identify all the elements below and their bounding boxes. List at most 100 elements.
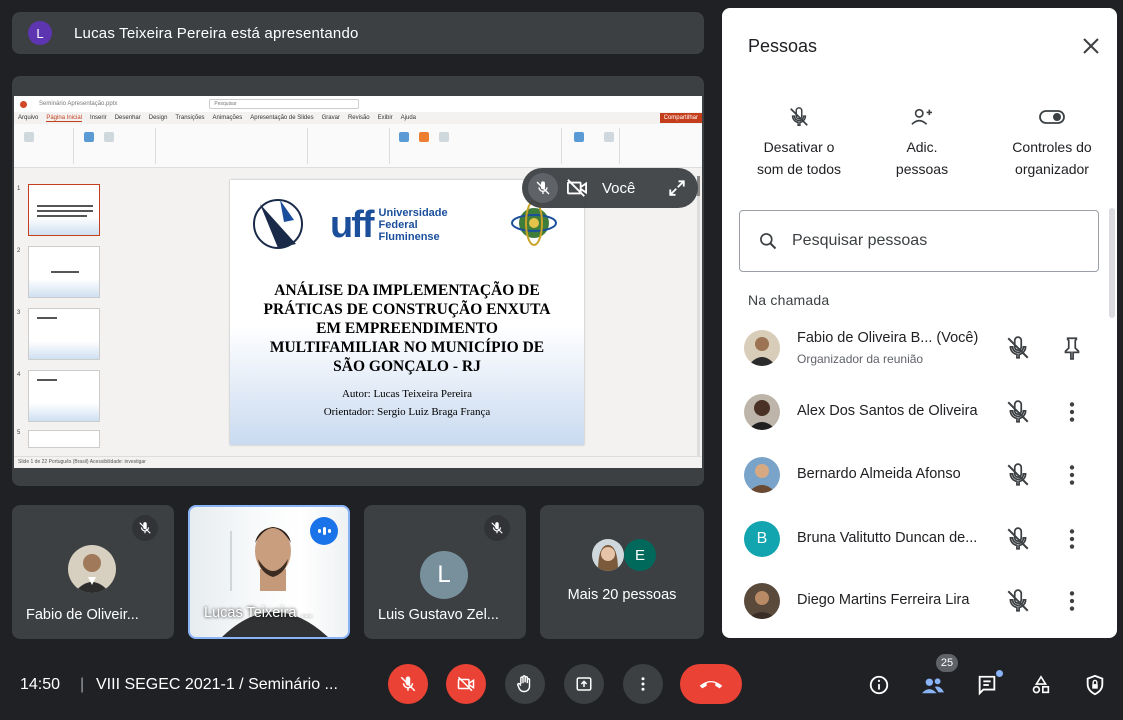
pp-menu-item: Exibir — [377, 115, 393, 121]
meeting-title: VIII SEGEC 2021-1 / Seminário ... — [96, 676, 338, 693]
participant-avatar-letter: L — [420, 551, 468, 599]
pp-titlebar: Seminário Apresentação.pptx Pesquisar — [14, 96, 702, 112]
mic-off-icon — [744, 100, 854, 134]
thumb-line — [37, 210, 93, 212]
uff-name-line: Federal — [378, 219, 418, 231]
ribbon-group — [392, 128, 562, 164]
mic-off-icon — [1007, 400, 1029, 423]
leave-call-button[interactable] — [680, 664, 742, 704]
more-vert-icon[interactable] — [1059, 399, 1085, 425]
ribbon-icon — [84, 132, 94, 142]
more-vert-icon[interactable] — [1059, 588, 1085, 614]
activities-button[interactable] — [1028, 672, 1054, 698]
camera-toggle-button[interactable] — [446, 664, 486, 704]
hand-icon — [517, 675, 531, 693]
uff-name-line: Fluminense — [378, 231, 440, 243]
participant-tile[interactable]: L Luis Gustavo Zel... — [364, 505, 526, 639]
pin-icon[interactable] — [1059, 335, 1085, 361]
person-name: Bernardo Almeida Afonso — [797, 466, 961, 482]
mute-all-button[interactable]: Desativar o som de todos — [744, 100, 854, 180]
participant-photo — [68, 545, 116, 593]
thumb-number: 4 — [17, 372, 21, 378]
more-vert-icon[interactable] — [1059, 526, 1085, 552]
action-label: pessoas — [895, 161, 949, 177]
call-end-icon — [699, 680, 723, 689]
presentation-stage[interactable]: Seminário Apresentação.pptx Pesquisar Ar… — [12, 76, 704, 486]
people-icon — [922, 678, 944, 694]
present-icon — [576, 677, 592, 691]
slide-thumbnails: 1 2 3 4 5 — [14, 168, 112, 448]
meeting-details-button[interactable] — [866, 672, 892, 698]
participant-name: Luis Gustavo Zel... — [378, 607, 499, 623]
search-placeholder: Pesquisar pessoas — [792, 232, 928, 249]
slide-title-line: SÃO GONÇALO - RJ — [333, 358, 481, 375]
pp-scrollbar — [697, 176, 700, 456]
camera-off-icon — [457, 676, 475, 692]
people-button[interactable] — [920, 672, 946, 698]
host-controls-bar-button[interactable] — [1082, 672, 1108, 698]
slide-title: ANÁLISE DA IMPLEMENTAÇÃO DE PRÁTICAS DE … — [240, 281, 574, 376]
participant-avatar-letter: E — [624, 539, 656, 571]
person-avatar — [744, 457, 780, 493]
university-shield-logo — [253, 199, 303, 249]
self-camera-off-icon[interactable] — [566, 178, 588, 198]
person-avatar — [744, 330, 780, 366]
slide-title-line: ANÁLISE DA IMPLEMENTAÇÃO DE — [274, 282, 540, 299]
present-screen-button[interactable] — [564, 664, 604, 704]
participant-photo — [592, 539, 624, 571]
presenter-avatar: L — [28, 21, 52, 45]
thumb-number: 2 — [17, 248, 21, 254]
self-view-pill[interactable]: Você — [522, 168, 698, 208]
shield-lock-icon — [1086, 674, 1104, 696]
pp-search: Pesquisar — [209, 99, 360, 109]
uff-logo: uff Universidade Federal Fluminense — [330, 200, 448, 250]
self-mic-off-icon[interactable] — [528, 173, 558, 203]
action-label: organizador — [1015, 161, 1089, 177]
person-name: Alex Dos Santos de Oliveira — [797, 403, 978, 419]
person-row[interactable]: Fabio de Oliveira B... (Você) Organizado… — [722, 323, 1117, 373]
add-people-button[interactable]: Adic. pessoas — [872, 100, 972, 180]
host-controls-button[interactable]: Controles do organizador — [992, 100, 1112, 180]
thumb-gradient — [29, 341, 99, 359]
slide-thumb — [28, 184, 100, 236]
ribbon-icon — [574, 132, 584, 142]
people-search-input[interactable]: Pesquisar pessoas — [739, 210, 1099, 272]
search-icon — [760, 233, 777, 250]
more-options-button[interactable] — [623, 664, 663, 704]
ribbon-group — [310, 128, 390, 164]
participant-tile-speaking[interactable]: Lucas Teixeira ... — [188, 505, 350, 639]
more-participants-label: Mais 20 pessoas — [567, 587, 677, 603]
more-participants-tile[interactable]: E Mais 20 pessoas — [540, 505, 704, 639]
thumb-gradient — [29, 279, 99, 297]
close-icon[interactable] — [1079, 34, 1103, 58]
ribbon-icon — [439, 132, 449, 142]
person-row[interactable]: Bernardo Almeida Afonso — [722, 450, 1117, 500]
person-avatar — [744, 394, 780, 430]
person-avatar-letter: B — [744, 521, 780, 557]
mic-off-icon — [132, 515, 158, 541]
person-name: Bruna Valitutto Duncan de... — [797, 530, 978, 546]
person-row[interactable]: Diego Martins Ferreira Lira — [722, 576, 1117, 626]
action-label: Adic. — [906, 139, 938, 155]
more-vert-icon[interactable] — [1059, 462, 1085, 488]
person-name: Fabio de Oliveira B... (Você) — [797, 330, 979, 346]
person-row[interactable]: Alex Dos Santos de Oliveira — [722, 387, 1117, 437]
action-label: som de todos — [756, 161, 842, 177]
person-avatar — [744, 583, 780, 619]
pp-menu: Arquivo Página Inicial Inserir Desenhar … — [14, 112, 702, 124]
panel-scrollbar[interactable] — [1109, 208, 1115, 318]
participant-tile[interactable]: Fabio de Oliveir... — [12, 505, 174, 639]
ribbon-icon — [399, 132, 409, 142]
person-row[interactable]: B Bruna Valitutto Duncan de... — [722, 514, 1117, 564]
microphone-toggle-button[interactable] — [388, 664, 428, 704]
thumb-number: 3 — [17, 310, 21, 316]
mic-off-icon — [400, 676, 416, 692]
pp-menu-item-active: Página Inicial — [46, 114, 83, 122]
chat-icon — [978, 675, 996, 696]
thumb-line — [37, 205, 93, 207]
thumb-number: 1 — [17, 186, 21, 192]
raise-hand-button[interactable] — [505, 664, 545, 704]
expand-icon[interactable] — [668, 179, 686, 197]
ribbon-icon — [104, 132, 114, 142]
toggle-icon — [992, 100, 1112, 134]
